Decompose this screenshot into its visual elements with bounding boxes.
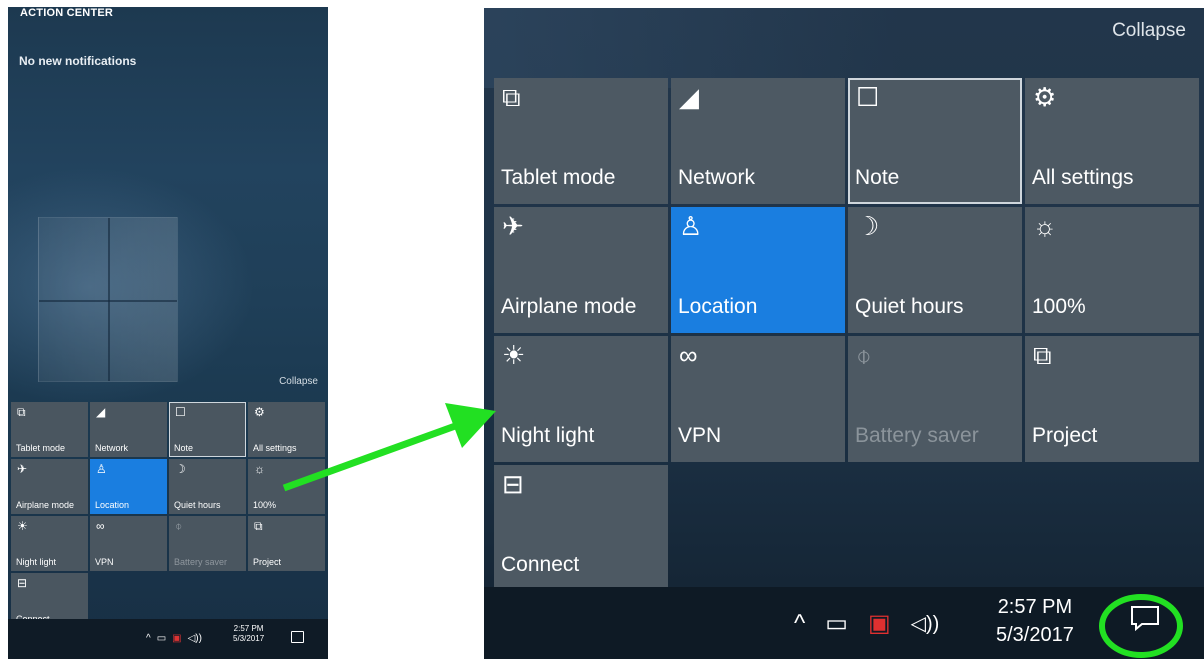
zoom-arrow (282, 403, 496, 492)
screenshot-root: ACTION CENTER No new notifications Colla… (0, 0, 1204, 659)
